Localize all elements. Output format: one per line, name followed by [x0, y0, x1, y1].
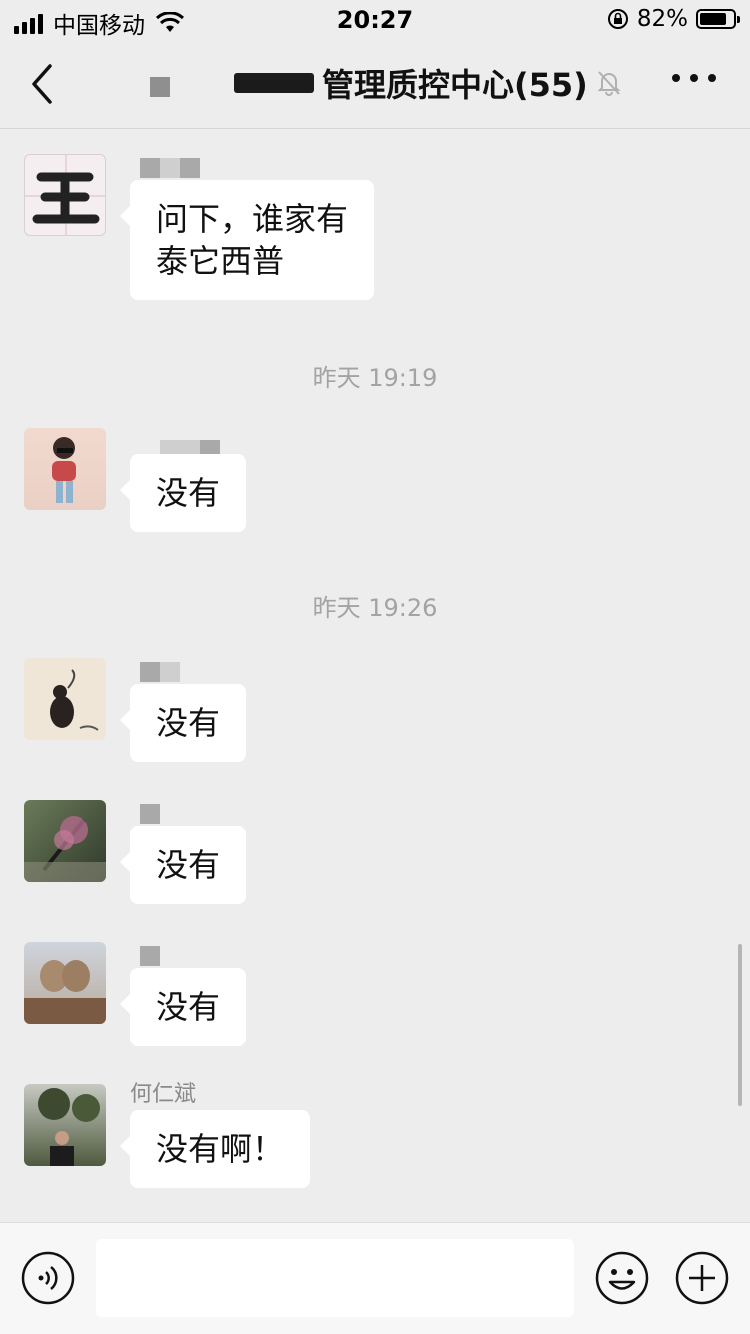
message-text-line: 问下，谁家有: [156, 200, 349, 238]
scrollbar[interactable]: [738, 944, 742, 1106]
timestamp: 昨天 19:26: [312, 594, 438, 622]
status-bar: 中国移动 20:27 82%: [0, 0, 750, 40]
timestamp: 昨天 19:19: [312, 364, 438, 392]
message-bubble[interactable]: 问下，谁家有 泰它西普: [119, 180, 375, 300]
sender-name: 何仁斌: [130, 1082, 197, 1107]
cats-photo-avatar-icon: [24, 960, 106, 1024]
avatar[interactable]: [24, 658, 106, 740]
message-text-line: 泰它西普: [156, 242, 285, 280]
redacted-bar: [234, 73, 314, 93]
person-photo-avatar-icon: [38, 1088, 100, 1166]
chat-screen: 中国移动 20:27 82% 管理质控中心(55) 问下，谁家有 泰它西普 昨天…: [0, 0, 750, 1334]
avatar[interactable]: [24, 800, 106, 882]
message-bubble[interactable]: 没有: [119, 968, 247, 1046]
plant-photo-avatar-icon: [24, 816, 106, 882]
redacted-sender: [140, 804, 160, 824]
bell-slash-icon: [597, 71, 621, 96]
calligraphy-avatar-icon: [25, 155, 105, 235]
emoji-button[interactable]: [595, 1251, 649, 1305]
battery-percent: 82%: [636, 6, 688, 32]
redacted-sender: [140, 662, 180, 682]
message-bubble[interactable]: 没有: [119, 454, 247, 532]
input-bar: [0, 1222, 750, 1334]
message-bubble[interactable]: 没有: [119, 826, 247, 904]
voice-button[interactable]: [21, 1251, 75, 1305]
message-bubble[interactable]: 没有啊！: [119, 1110, 311, 1188]
battery-icon: [696, 9, 740, 29]
ink-painting-avatar-icon: [50, 669, 99, 731]
redacted-sender: [140, 158, 200, 178]
redacted-sender: [140, 946, 160, 966]
more-dots-icon: [672, 74, 680, 82]
avatar[interactable]: [24, 154, 106, 236]
orientation-lock-icon: [607, 9, 628, 29]
nav-bar: 管理质控中心(55): [0, 40, 750, 129]
message-input[interactable]: [96, 1239, 574, 1317]
more-button[interactable]: [672, 74, 716, 82]
avatar[interactable]: [24, 428, 106, 510]
message-bubble[interactable]: 没有: [119, 684, 247, 762]
child-avatar-icon: [52, 437, 76, 503]
avatar[interactable]: [24, 942, 106, 1024]
chat-title: 管理质控中心(55): [322, 66, 588, 104]
plus-button[interactable]: [675, 1251, 729, 1305]
redacted-block: [150, 77, 170, 97]
avatar[interactable]: [24, 1084, 106, 1166]
back-button[interactable]: [24, 62, 64, 106]
chat-title-group: 管理质控中心(55): [150, 60, 622, 106]
